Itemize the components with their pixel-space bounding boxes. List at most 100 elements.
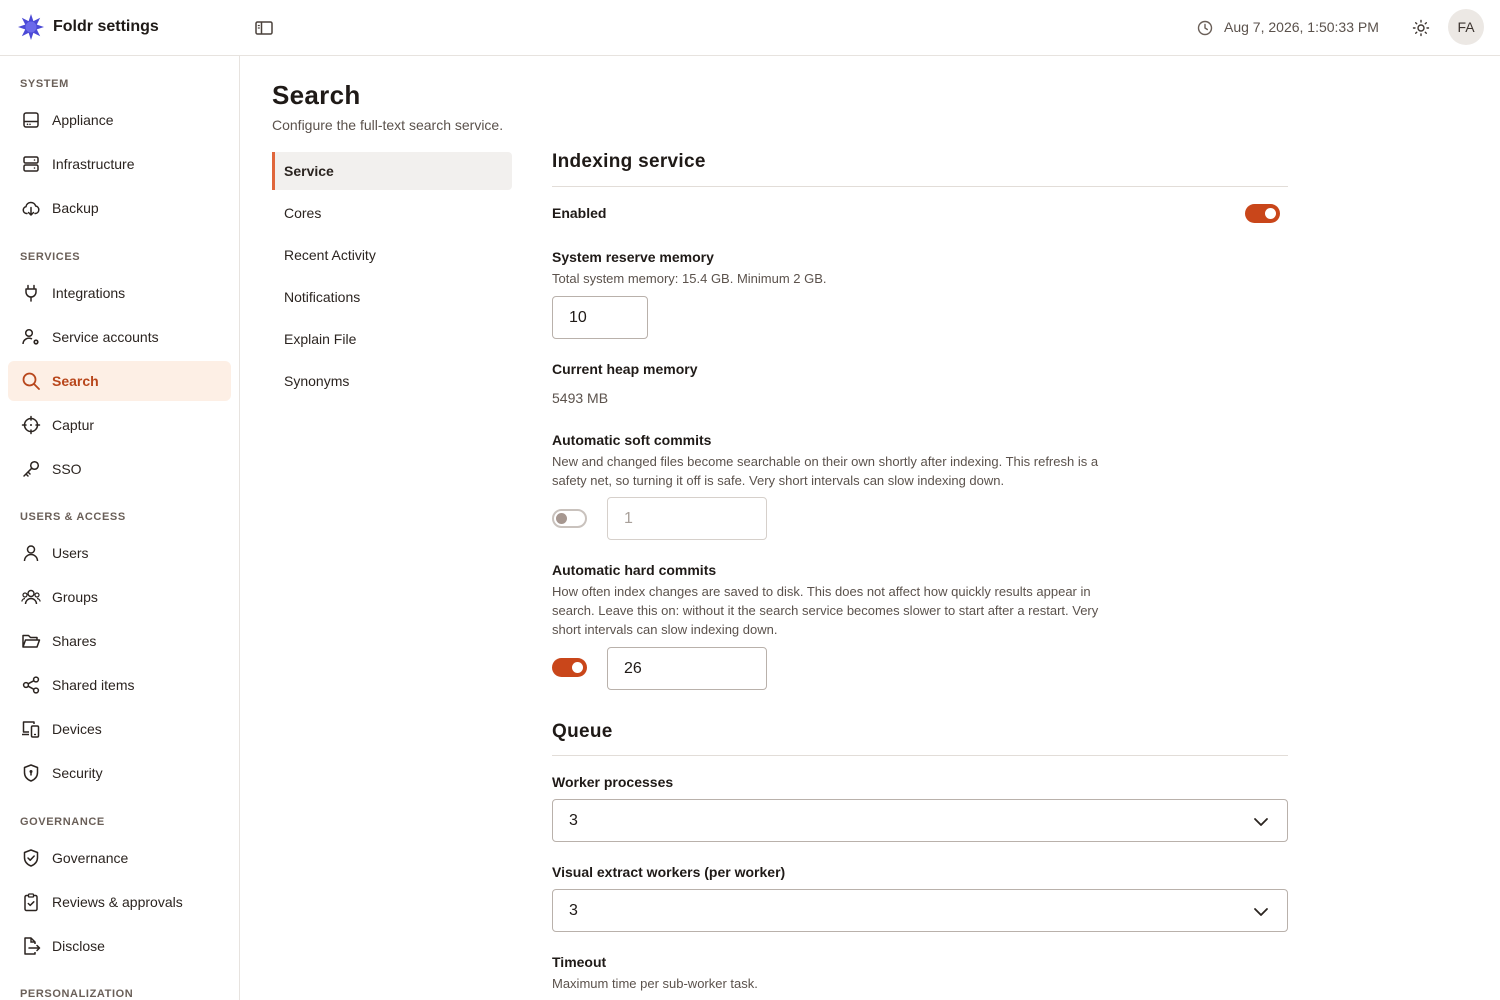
visual-extract-workers-label: Visual extract workers (per worker): [552, 864, 786, 880]
file-export-icon: [24, 937, 41, 955]
key-icon: [23, 460, 40, 477]
soft-commits-input[interactable]: [607, 497, 767, 540]
system-reserve-memory-input[interactable]: [552, 296, 648, 339]
timeout-label: Timeout: [552, 954, 607, 970]
subnav-service[interactable]: Service: [272, 152, 512, 190]
sidebar-toggle-icon[interactable]: [254, 19, 274, 37]
subnav-explain-file[interactable]: Explain File: [272, 320, 512, 358]
chevron-down-icon: [1254, 818, 1268, 826]
subnav-label: Cores: [284, 205, 322, 221]
system-reserve-memory-help: Total system memory: 15.4 GB. Minimum 2 …: [552, 271, 827, 286]
search-icon: [22, 372, 40, 390]
sidebar-item-disclose[interactable]: Disclose: [8, 926, 231, 966]
sidebar-item-backup[interactable]: Backup: [8, 188, 231, 228]
worker-processes-select[interactable]: 3: [552, 799, 1288, 842]
sidebar-item-label: Governance: [52, 850, 129, 866]
sidebar: SYSTEM Appliance Infrastructure Backup S…: [0, 56, 240, 1000]
sidebar-item-service-accounts[interactable]: Service accounts: [8, 317, 231, 357]
sidebar-item-shared-items[interactable]: Shared items: [8, 665, 231, 705]
soft-commits-help: New and changed files become searchable …: [552, 454, 1099, 488]
subnav-label: Service: [284, 163, 334, 179]
shield-check-icon: [23, 849, 39, 867]
soft-commits-toggle[interactable]: [552, 509, 587, 528]
clock-icon: [1197, 20, 1213, 36]
sidebar-item-reviews-approvals[interactable]: Reviews & approvals: [8, 882, 231, 922]
toggle-knob: [572, 662, 583, 673]
sidebar-item-label: Backup: [52, 200, 99, 216]
plug-icon: [25, 284, 37, 302]
chevron-down-icon: [1254, 908, 1268, 916]
sidebar-item-label: Search: [52, 373, 99, 389]
sidebar-item-devices[interactable]: Devices: [8, 709, 231, 749]
sidebar-item-users[interactable]: Users: [8, 533, 231, 573]
current-heap-memory-label: Current heap memory: [552, 361, 698, 377]
visual-extract-workers-select[interactable]: 3: [552, 889, 1288, 932]
queue-heading: Queue: [552, 721, 613, 742]
sidebar-section-users-access: USERS & ACCESS: [20, 511, 126, 523]
sidebar-item-label: Shared items: [52, 677, 135, 693]
current-heap-memory-value: 5493 MB: [552, 390, 609, 406]
cloud-download-icon: [22, 201, 40, 216]
shield-icon: [23, 764, 39, 782]
subnav-recent-activity[interactable]: Recent Activity: [272, 236, 512, 274]
hard-commits-help: How often index changes are saved to dis…: [552, 584, 1099, 637]
sidebar-item-label: Disclose: [52, 938, 105, 954]
sidebar-item-groups[interactable]: Groups: [8, 577, 231, 617]
page-title: Search: [272, 80, 361, 110]
subnav-label: Recent Activity: [284, 247, 376, 263]
sidebar-item-label: Captur: [52, 417, 95, 433]
enabled-toggle[interactable]: [1245, 204, 1280, 223]
appliance-icon: [23, 112, 39, 128]
sidebar-item-security[interactable]: Security: [8, 753, 231, 793]
subnav-label: Notifications: [284, 289, 361, 305]
subnav-synonyms[interactable]: Synonyms: [272, 362, 512, 400]
sidebar-item-label: Security: [52, 765, 103, 781]
system-reserve-memory-label: System reserve memory: [552, 249, 714, 265]
server-icon: [23, 156, 39, 172]
sidebar-item-governance[interactable]: Governance: [8, 838, 231, 878]
folder-open-icon: [22, 634, 41, 648]
indexing-service-heading: Indexing service: [552, 151, 706, 172]
share-icon: [22, 676, 40, 694]
sidebar-item-search[interactable]: Search: [8, 361, 231, 401]
page-subtitle: Configure the full-text search service.: [272, 117, 504, 133]
sun-icon[interactable]: [1411, 18, 1431, 38]
sidebar-item-shares[interactable]: Shares: [8, 621, 231, 661]
select-value: 3: [569, 812, 578, 829]
crosshair-icon: [21, 415, 41, 435]
subnav-cores[interactable]: Cores: [272, 194, 512, 232]
sidebar-item-infrastructure[interactable]: Infrastructure: [8, 144, 231, 184]
sidebar-item-label: Infrastructure: [52, 156, 135, 172]
sidebar-item-label: Reviews & approvals: [52, 894, 183, 910]
avatar[interactable]: FA: [1448, 9, 1484, 45]
user-cog-icon: [22, 328, 39, 345]
subnav-label: Explain File: [284, 331, 357, 347]
sidebar-item-label: Appliance: [52, 112, 114, 128]
timeout-help: Maximum time per sub-worker task.: [552, 976, 758, 991]
hard-commits-input[interactable]: [607, 647, 767, 690]
sidebar-section-personalization: PERSONALIZATION: [20, 988, 134, 1000]
app-title: Foldr settings: [53, 18, 159, 35]
subnav-label: Synonyms: [284, 373, 350, 389]
subnav-notifications[interactable]: Notifications: [272, 278, 512, 316]
sidebar-item-label: Devices: [52, 721, 102, 737]
enabled-label: Enabled: [552, 205, 607, 221]
sidebar-item-appliance[interactable]: Appliance: [8, 100, 231, 140]
sidebar-item-label: Groups: [52, 589, 98, 605]
sidebar-item-label: Integrations: [52, 285, 126, 301]
select-value: 3: [569, 902, 578, 919]
soft-commits-label: Automatic soft commits: [552, 432, 712, 448]
sidebar-item-integrations[interactable]: Integrations: [8, 273, 231, 313]
hard-commits-label: Automatic hard commits: [552, 562, 717, 578]
users-icon: [21, 589, 41, 605]
datetime-display: Aug 7, 2026, 1:50:33 PM: [1224, 19, 1379, 35]
devices-icon: [22, 721, 40, 738]
sidebar-item-sso[interactable]: SSO: [8, 449, 231, 489]
sidebar-item-captur[interactable]: Captur: [8, 405, 231, 445]
hard-commits-toggle[interactable]: [552, 658, 587, 677]
sidebar-item-label: Service accounts: [52, 329, 159, 345]
top-header: Foldr settings Aug 7, 2026, 1:50:33 PM F…: [0, 0, 1500, 56]
clipboard-check-icon: [24, 893, 38, 912]
worker-processes-label: Worker processes: [552, 774, 674, 790]
sidebar-item-label: Users: [52, 545, 89, 561]
